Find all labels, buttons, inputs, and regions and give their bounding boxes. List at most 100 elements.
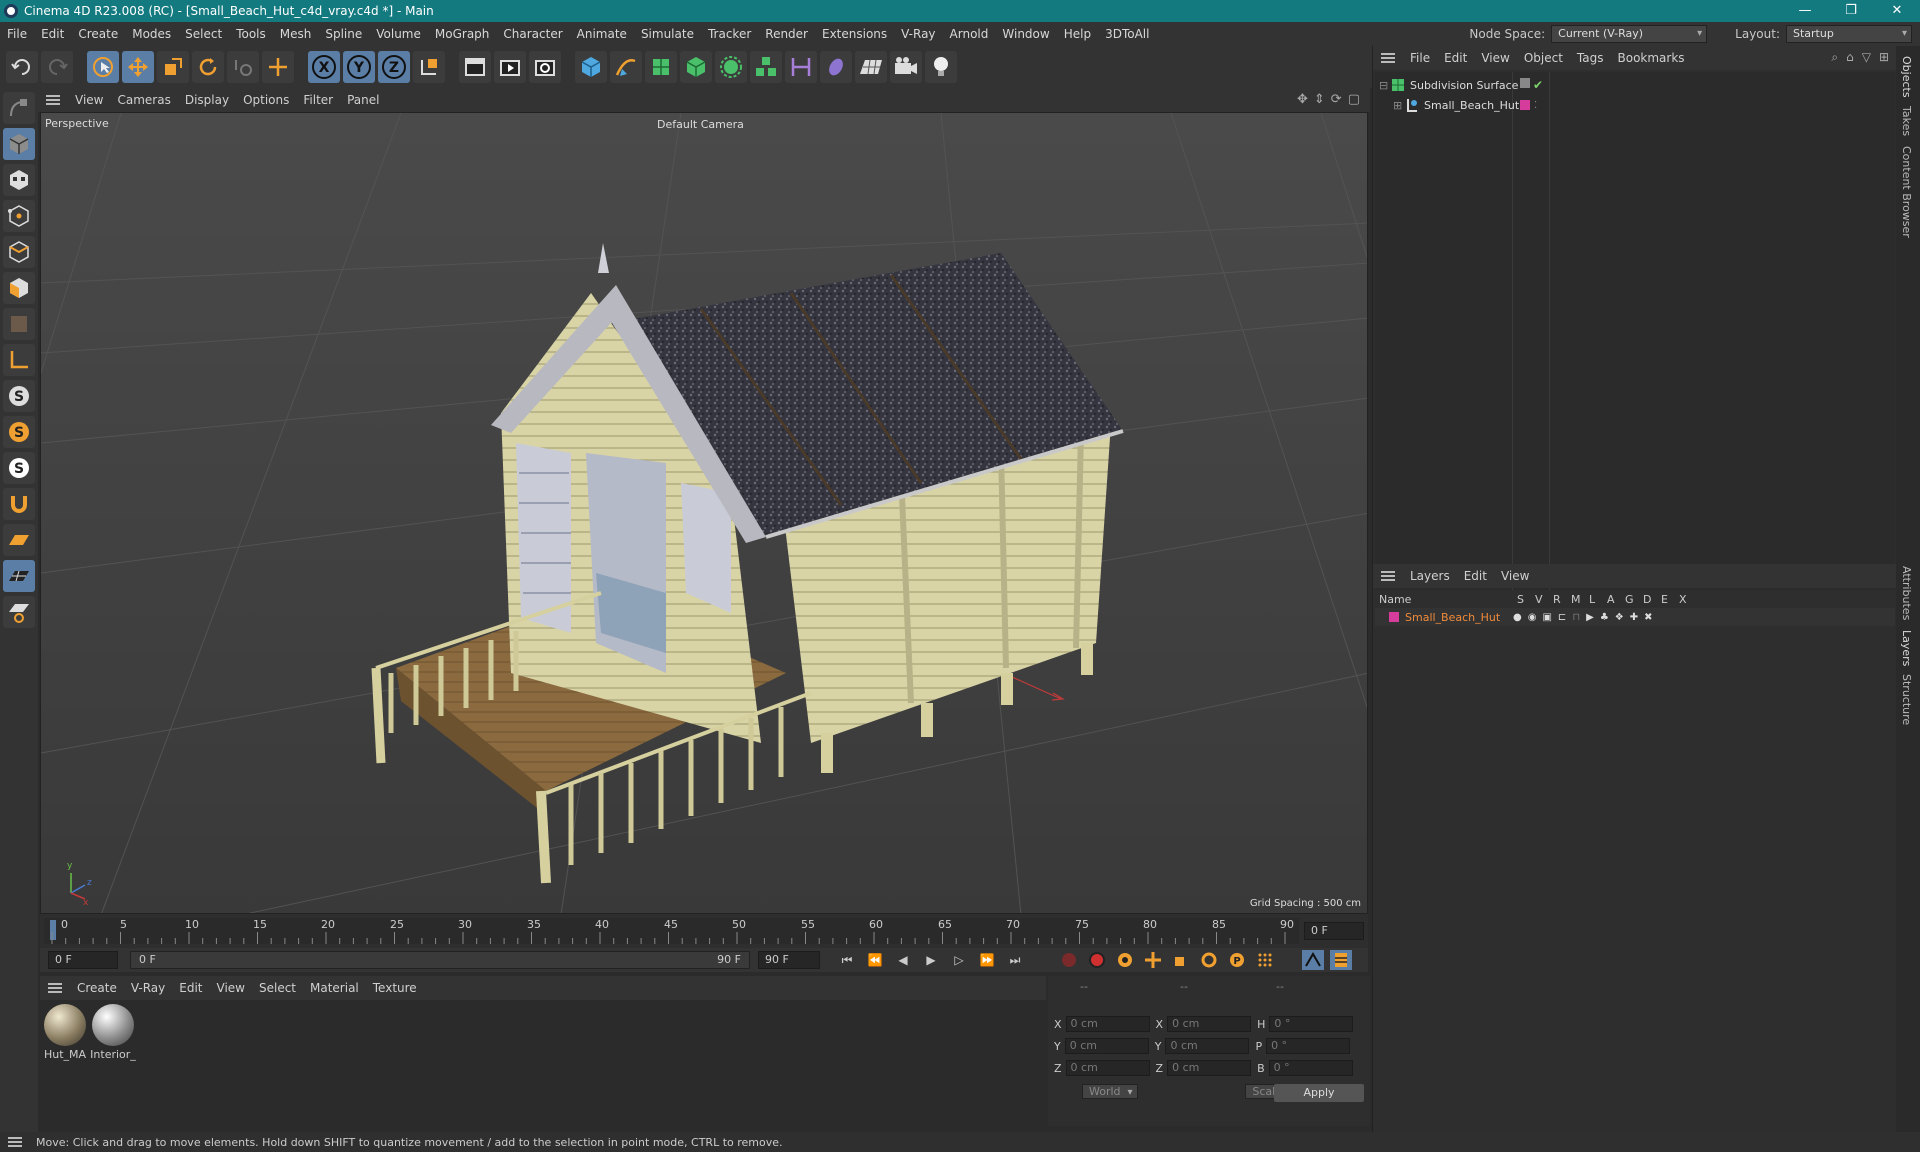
next-frame-button[interactable]: ▷ <box>948 950 970 970</box>
viewport-dolly-icon[interactable]: ⇕ <box>1314 92 1325 107</box>
menu-tools[interactable]: Tools <box>229 27 273 41</box>
objects-menu-edit[interactable]: Edit <box>1437 51 1474 65</box>
key-position-button[interactable] <box>1142 950 1164 970</box>
menu-3dtoall[interactable]: 3DToAll <box>1098 27 1156 41</box>
array-button[interactable] <box>750 51 782 83</box>
node-space-dropdown[interactable]: Current (V-Ray) <box>1551 25 1708 43</box>
coordinate-mode-dropdown[interactable]: World <box>1082 1084 1138 1099</box>
layer-row[interactable]: Small_Beach_Hut ● ◉ ▣ ⊏ ⊓ ▶ ♣ ❖ ✚ ✖ <box>1375 608 1895 626</box>
lock-icon[interactable]: ⊓ <box>1572 612 1580 623</box>
layer-color-swatch[interactable] <box>1389 612 1399 622</box>
autokey-button[interactable] <box>1086 950 1108 970</box>
xref-icon[interactable]: ✖ <box>1644 612 1652 623</box>
timeline-ruler[interactable]: 0 5 10 15 20 25 30 35 40 45 50 55 60 65 … <box>40 914 1368 948</box>
visibility-dots-icon[interactable]: ⁚ <box>1534 100 1537 111</box>
eye-icon[interactable]: ◉ <box>1528 612 1537 623</box>
position-y-field[interactable]: 0 cm <box>1064 1038 1149 1054</box>
object-manager-menu-icon[interactable] <box>1381 53 1395 63</box>
collapse-icon[interactable]: ⊟ <box>1379 79 1391 92</box>
render-clapper-icon[interactable]: ▣ <box>1542 612 1551 623</box>
subdivision-button[interactable] <box>645 51 677 83</box>
material-menu-icon[interactable] <box>48 983 62 993</box>
deformer-button[interactable] <box>785 51 817 83</box>
floor-button[interactable] <box>855 51 887 83</box>
layers-menu-layers[interactable]: Layers <box>1403 569 1457 583</box>
extrude-button[interactable] <box>680 51 712 83</box>
polygons-mode-button[interactable] <box>3 272 35 304</box>
enabled-checkmark-icon[interactable]: ✔ <box>1533 78 1543 92</box>
field-button[interactable] <box>820 51 852 83</box>
material-menu-texture[interactable]: Texture <box>366 981 424 995</box>
material-menu-create[interactable]: Create <box>70 981 124 995</box>
menu-extensions[interactable]: Extensions <box>815 27 894 41</box>
material-menu-view[interactable]: View <box>210 981 252 995</box>
size-y-field[interactable]: 0 cm <box>1165 1038 1250 1054</box>
menu-help[interactable]: Help <box>1057 27 1098 41</box>
recent-tool-button[interactable] <box>227 51 259 83</box>
menu-animate[interactable]: Animate <box>570 27 634 41</box>
viewport-menu-view[interactable]: View <box>68 93 110 107</box>
viewport-camera-name[interactable]: Default Camera <box>657 118 744 131</box>
material-menu-select[interactable]: Select <box>252 981 303 995</box>
axis-mode-button[interactable] <box>3 344 35 376</box>
play-button[interactable]: ▶ <box>920 950 942 970</box>
tab-structure[interactable]: Structure <box>1900 674 1913 725</box>
tree-row-small-beach-hut[interactable]: ⊞ Small_Beach_Hut ⁚ <box>1393 96 1537 114</box>
axis-z-button[interactable]: Z <box>378 51 410 83</box>
make-editable-button[interactable] <box>3 92 35 124</box>
live-selection-button[interactable] <box>87 51 119 83</box>
manager-tree-icon[interactable]: ⊏ <box>1558 612 1566 623</box>
snap-button[interactable]: S <box>3 380 35 412</box>
layers-menu-view[interactable]: View <box>1494 569 1536 583</box>
tree-row-subdivision-surface[interactable]: ⊟ Subdivision Surface ✔ <box>1379 76 1543 94</box>
size-x-field[interactable]: 0 cm <box>1167 1016 1252 1032</box>
end-frame-field[interactable]: 90 F <box>758 951 820 969</box>
points-mode-button[interactable] <box>3 200 35 232</box>
objects-menu-file[interactable]: File <box>1403 51 1437 65</box>
model-mode-button[interactable] <box>3 128 35 160</box>
viewport-menu-cameras[interactable]: Cameras <box>110 93 177 107</box>
material-menu-edit[interactable]: Edit <box>172 981 209 995</box>
render-view-button[interactable] <box>459 51 491 83</box>
tab-layers[interactable]: Layers <box>1900 630 1913 666</box>
previous-key-button[interactable]: ⏪ <box>864 950 886 970</box>
tab-content-browser[interactable]: Content Browser <box>1900 146 1913 238</box>
menu-select[interactable]: Select <box>178 27 229 41</box>
home-icon[interactable]: ⌂ <box>1846 50 1854 65</box>
frame-range-slider[interactable]: 0 F 90 F <box>130 951 750 969</box>
axis-x-button[interactable]: X <box>308 51 340 83</box>
rotation-h-field[interactable]: 0 ° <box>1269 1016 1354 1032</box>
key-parameter-button[interactable]: P <box>1226 950 1248 970</box>
objects-menu-bookmarks[interactable]: Bookmarks <box>1611 51 1692 65</box>
quantize-button[interactable]: S <box>3 452 35 484</box>
viewport-orbit-icon[interactable]: ⟳ <box>1331 92 1342 107</box>
deformer-icon[interactable]: ❖ <box>1615 612 1624 623</box>
search-icon[interactable]: ⌕ <box>1831 50 1838 65</box>
material-menu-material[interactable]: Material <box>303 981 366 995</box>
menu-create[interactable]: Create <box>71 27 125 41</box>
spline-pen-button[interactable] <box>610 51 642 83</box>
menu-character[interactable]: Character <box>496 27 569 41</box>
viewport-menu-options[interactable]: Options <box>236 93 296 107</box>
go-to-end-button[interactable]: ⏭ <box>1004 950 1026 970</box>
tab-attributes[interactable]: Attributes <box>1900 566 1913 620</box>
start-frame-field[interactable]: 0 F <box>48 951 118 969</box>
position-z-field[interactable]: 0 cm <box>1065 1060 1150 1076</box>
previous-frame-button[interactable]: ◀ <box>892 950 914 970</box>
expression-icon[interactable]: ✚ <box>1630 612 1638 623</box>
viewport-maximize-icon[interactable]: ▢ <box>1348 92 1360 107</box>
workplane-button[interactable] <box>3 524 35 556</box>
magnet-button[interactable] <box>3 488 35 520</box>
menu-edit[interactable]: Edit <box>34 27 71 41</box>
objects-menu-object[interactable]: Object <box>1517 51 1570 65</box>
rotation-p-field[interactable]: 0 ° <box>1266 1038 1351 1054</box>
size-z-field[interactable]: 0 cm <box>1167 1060 1252 1076</box>
material-hut[interactable]: Hut_MA <box>42 1004 88 1061</box>
position-x-field[interactable]: 0 cm <box>1065 1016 1150 1032</box>
layer-color-swatch[interactable] <box>1520 99 1530 110</box>
keyframe-selection-button[interactable] <box>1114 950 1136 970</box>
status-menu-icon[interactable] <box>8 1137 22 1147</box>
menu-vray[interactable]: V-Ray <box>894 27 942 41</box>
new-window-icon[interactable]: ⊞ <box>1879 50 1889 65</box>
viewport-menu-display[interactable]: Display <box>178 93 236 107</box>
